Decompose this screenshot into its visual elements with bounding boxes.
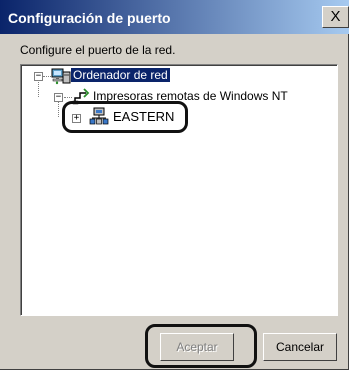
- close-icon: X: [330, 8, 341, 25]
- tree-node-network-computer[interactable]: Ordenador de red: [71, 68, 170, 82]
- network-computer-icon: [51, 67, 71, 85]
- instruction-text: Configure el puerto de la red.: [20, 43, 176, 57]
- collapse-root-toggle[interactable]: −: [34, 72, 43, 81]
- highlight-callout-eastern: [62, 101, 188, 133]
- cancel-button[interactable]: Cancelar: [263, 333, 337, 361]
- dialog-title: Configuración de puerto: [8, 10, 171, 26]
- tree-line: [64, 97, 72, 98]
- tree-line: [58, 101, 59, 117]
- collapse-nt-printers-toggle[interactable]: −: [54, 93, 63, 102]
- close-button[interactable]: X: [322, 6, 349, 28]
- accept-button[interactable]: Aceptar: [160, 333, 234, 361]
- port-configuration-dialog: Configuración de puerto X Configure el p…: [0, 0, 349, 370]
- title-bar[interactable]: Configuración de puerto X: [0, 0, 349, 34]
- network-tree-view[interactable]: − Ordenador de red − Impresoras remotas …: [20, 64, 338, 316]
- tree-line: [43, 76, 51, 77]
